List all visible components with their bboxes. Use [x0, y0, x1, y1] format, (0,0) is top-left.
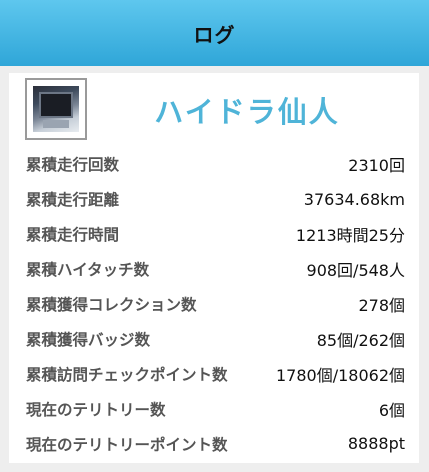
avatar[interactable]: [25, 78, 87, 140]
stat-value: 1780個/18062個: [275, 365, 405, 385]
stat-value: 908回/548人: [306, 261, 405, 281]
user-name: ハイドラ仙人: [154, 95, 340, 129]
stat-value: 278個: [358, 296, 405, 315]
stat-row-territory-points: 現在のテリトリーポイント数 8888pt: [9, 426, 419, 461]
stat-row-checkpoints: 累積訪問チェックポイント数 1780個/18062個: [9, 356, 419, 391]
stat-label: 累積訪問チェックポイント数: [26, 365, 228, 384]
stat-row-badges: 累積獲得バッジ数 85個/262個: [9, 321, 419, 356]
log-card: ハイドラ仙人 累積走行回数 2310回 累積走行距離 37634.68km 累積…: [9, 73, 419, 463]
stat-label: 累積獲得バッジ数: [26, 330, 151, 349]
stat-value: 37634.68km: [303, 189, 405, 209]
stat-row-total-runs: 累積走行回数 2310回: [9, 147, 419, 182]
stat-label: 累積獲得コレクション数: [26, 296, 197, 314]
nav-header: ログ: [0, 0, 429, 66]
stat-row-collections: 累積獲得コレクション数 278個: [9, 287, 419, 322]
stat-label: 累積ハイタッチ数: [26, 261, 150, 280]
stat-value: 6個: [378, 400, 405, 420]
stat-value: 2310回: [348, 156, 405, 176]
stat-label: 累積走行回数: [26, 156, 120, 175]
stat-value: 8888pt: [347, 434, 405, 454]
avatar-image: [33, 86, 79, 132]
stat-label: 現在のテリトリー数: [26, 400, 166, 419]
stat-label: 現在のテリトリーポイント数: [26, 435, 228, 454]
stat-row-territories: 現在のテリトリー数 6個: [9, 391, 419, 426]
stat-row-high-touches: 累積ハイタッチ数 908回/548人: [9, 252, 419, 287]
stats-list: 累積走行回数 2310回 累積走行距離 37634.68km 累積走行時間 12…: [9, 147, 419, 461]
page-title: ログ: [193, 22, 236, 47]
stat-row-total-distance: 累積走行距離 37634.68km: [9, 182, 419, 217]
stat-value: 85個/262個: [316, 330, 405, 350]
stat-value: 1213時間25分: [295, 226, 405, 246]
stat-label: 累積走行時間: [26, 226, 120, 245]
stat-label: 累積走行距離: [26, 191, 120, 210]
stat-row-total-time: 累積走行時間 1213時間25分: [9, 217, 419, 252]
